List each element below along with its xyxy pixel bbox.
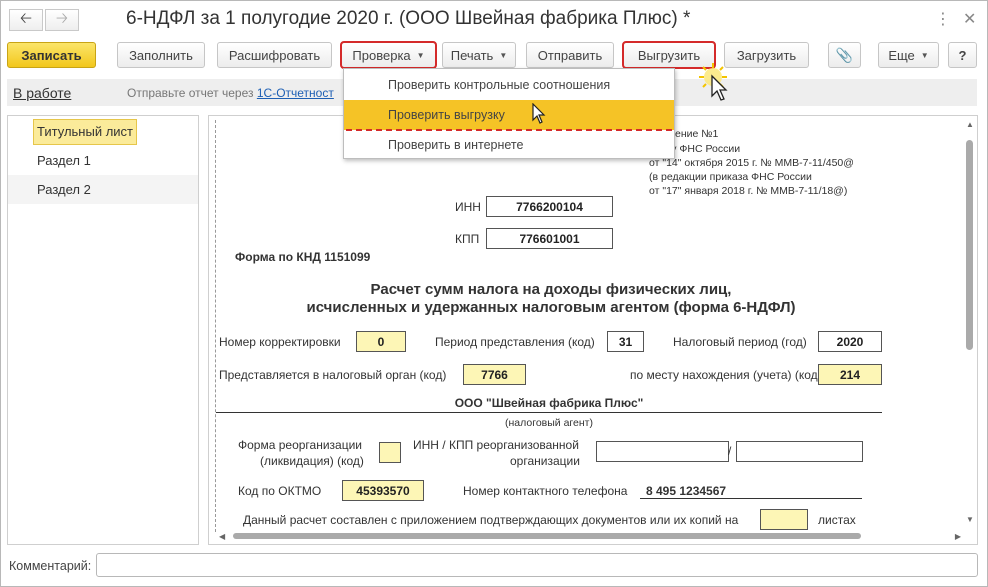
horizontal-scroll-thumb[interactable] [233, 533, 861, 539]
attach-button[interactable]: 📎 [828, 42, 861, 68]
scroll-up-icon[interactable]: ▲ [966, 120, 974, 129]
back-button[interactable]: 🡠 [9, 9, 43, 31]
mouse-cursor-icon [532, 103, 546, 124]
tax-period-field[interactable]: 2020 [818, 331, 882, 352]
section-label: Раздел 1 [37, 153, 91, 168]
org-name: ООО "Швейная фабрика Плюс" [454, 396, 644, 410]
section-label: Раздел 2 [37, 182, 91, 197]
comment-label: Комментарий: [9, 559, 92, 573]
scroll-right-icon[interactable]: ▶ [955, 532, 961, 541]
reorg-form-label: Форма реорганизации [238, 438, 362, 452]
section-item-1[interactable]: Раздел 1 [8, 146, 198, 175]
inn-field[interactable]: 7766200104 [486, 196, 613, 217]
decode-button[interactable]: Расшифровать [217, 42, 332, 68]
close-icon[interactable]: ✕ [963, 9, 976, 29]
send-button[interactable]: Отправить [526, 42, 614, 68]
section-item-2[interactable]: Раздел 2 [8, 175, 198, 204]
more-menu-button[interactable]: Еще ▼ [878, 42, 939, 68]
reorg-inn-label: организации [510, 454, 580, 468]
kpp-field[interactable]: 776601001 [486, 228, 613, 249]
help-button[interactable]: ? [948, 42, 977, 68]
correction-field[interactable]: 0 [356, 331, 406, 352]
attachment-text: Данный расчет составлен с приложением по… [243, 513, 739, 527]
knd-label: Форма по КНД 1151099 [235, 250, 371, 264]
chevron-down-icon: ▼ [499, 50, 508, 60]
menu-item-check-online[interactable]: Проверить в интернете [344, 130, 674, 160]
fill-button[interactable]: Заполнить [117, 42, 205, 68]
horizontal-scrollbar[interactable]: ◀ ▶ [215, 531, 963, 541]
scroll-down-icon[interactable]: ▼ [966, 515, 974, 524]
oktmo-label: Код по ОКТМО [238, 484, 322, 498]
status-message-text: Отправьте отчет через [127, 86, 254, 100]
phone-label: Номер контактного телефона [463, 484, 628, 498]
tax-period-label: Налоговый период (год) [673, 335, 807, 349]
oktmo-field[interactable]: 45393570 [342, 480, 424, 501]
save-button[interactable]: Записать [7, 42, 96, 68]
report-form: ложение №1 казу ФНС России от "14" октяб… [208, 115, 978, 545]
form-sheet: ложение №1 казу ФНС России от "14" октяб… [215, 120, 963, 532]
appendix-line: от "17" января 2018 г. № ММВ-7-11/18@) [649, 185, 848, 197]
location-label: по месту нахождения (учета) (код) [630, 368, 822, 382]
forward-button[interactable]: 🡢 [45, 9, 79, 31]
phone-underline [640, 498, 862, 499]
reporting-link[interactable]: 1С-Отчетност [257, 86, 334, 100]
appendix-line: от "14" октября 2015 г. № ММВ-7-11/450@ [649, 157, 854, 169]
arrow-left-icon: 🡠 [19, 9, 33, 27]
period-code-field[interactable]: 31 [607, 331, 644, 352]
check-menu-button[interactable]: Проверка ▼ [340, 41, 437, 69]
check-dropdown-menu: Проверить контрольные соотношения Провер… [343, 68, 675, 159]
period-code-label: Период представления (код) [435, 335, 595, 349]
tax-authority-field[interactable]: 7766 [463, 364, 526, 385]
chevron-down-icon: ▼ [920, 50, 929, 60]
reorg-inn-field[interactable] [596, 441, 729, 462]
sheets-count-field[interactable] [760, 509, 808, 530]
paperclip-icon: 📎 [835, 46, 854, 63]
arrow-right-icon: 🡢 [55, 9, 69, 27]
correction-label: Номер корректировки [219, 335, 341, 349]
reorg-inn-label: ИНН / КПП реорганизованной [413, 438, 579, 452]
print-button-label: Печать [450, 47, 494, 63]
click-highlight-cursor-icon [699, 63, 728, 101]
comment-field[interactable] [96, 553, 978, 577]
window-title: 6-НДФЛ за 1 полугодие 2020 г. (ООО Швейн… [126, 8, 691, 29]
scroll-left-icon[interactable]: ◀ [219, 532, 225, 541]
org-name-underline [216, 412, 882, 413]
reorg-form-field[interactable] [379, 442, 401, 463]
more-button-label: Еще [888, 47, 915, 63]
menu-item-check-ratios[interactable]: Проверить контрольные соотношения [344, 70, 674, 100]
document-title-line2: исчисленных и удержанных налоговым агент… [306, 299, 796, 316]
more-actions-icon[interactable]: ⋮ [935, 9, 951, 29]
tax-authority-label: Представляется в налоговый орган (код) [219, 368, 447, 382]
menu-item-check-upload[interactable]: Проверить выгрузку [344, 100, 674, 130]
inn-label: ИНН [455, 200, 481, 214]
reorg-slash: / [728, 444, 732, 458]
reorg-form-label: (ликвидация) (код) [260, 454, 364, 468]
document-title-line1: Расчет сумм налога на доходы физических … [370, 281, 732, 298]
sheets-label: листах [818, 513, 856, 527]
print-menu-button[interactable]: Печать ▼ [442, 42, 516, 68]
status-message: Отправьте отчет через 1С-Отчетност [127, 86, 334, 100]
org-caption: (налоговый агент) [505, 417, 593, 429]
appendix-line: (в редакции приказа ФНС России [649, 171, 812, 183]
section-item-title-page[interactable]: Титульный лист [8, 117, 198, 146]
vertical-scrollbar[interactable]: ▲ ▼ [963, 120, 975, 524]
check-button-label: Проверка [352, 47, 411, 63]
location-field[interactable]: 214 [818, 364, 882, 385]
vertical-scroll-thumb[interactable] [966, 140, 973, 350]
reorg-kpp-field[interactable] [736, 441, 863, 462]
status-state-link[interactable]: В работе [13, 85, 71, 101]
phone-value[interactable]: 8 495 1234567 [646, 484, 726, 498]
chevron-down-icon: ▼ [416, 50, 425, 60]
report-window: 🡠 🡢 6-НДФЛ за 1 полугодие 2020 г. (ООО Ш… [0, 0, 988, 587]
sections-list: Титульный лист Раздел 1 Раздел 2 [7, 115, 199, 545]
section-label: Титульный лист [33, 119, 138, 145]
kpp-label: КПП [455, 232, 480, 246]
